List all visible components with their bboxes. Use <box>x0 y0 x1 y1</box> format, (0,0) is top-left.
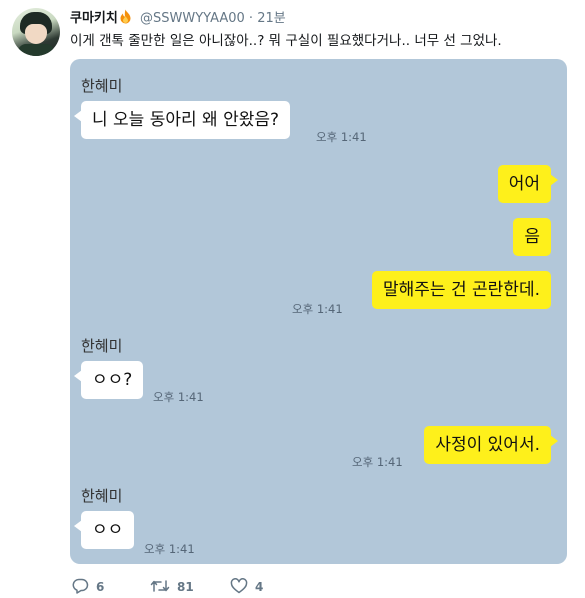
chat-sender-name: 한혜미 <box>81 337 123 355</box>
chat-timestamp: 오후 1:41 <box>144 542 195 556</box>
user-handle[interactable]: @SSWWYYAA00 <box>140 11 245 26</box>
chat-bubble-incoming: 니 오늘 동아리 왜 안왔음? <box>73 101 291 139</box>
chat-sender-name: 한혜미 <box>81 487 123 505</box>
chat-timestamp: 오후 1:41 <box>153 390 204 404</box>
reply-count: 6 <box>96 580 105 594</box>
chat-bubble-outgoing: 말해주는 건 곤란한데. <box>372 271 551 309</box>
chat-bubble-incoming: ㅇㅇ <box>73 511 135 549</box>
retweet-count: 81 <box>177 580 194 594</box>
avatar[interactable] <box>12 8 60 56</box>
chat-bubble-outgoing: 어어 <box>497 165 559 203</box>
chat-timestamp: 오후 1:41 <box>352 455 403 469</box>
chat-screenshot[interactable]: 한혜미 니 오늘 동아리 왜 안왔음? 오후 1:41 어어 음 말해주는 건 … <box>70 59 567 564</box>
fire-icon <box>120 9 131 24</box>
like-count: 4 <box>255 580 264 594</box>
retweet-icon <box>150 580 170 592</box>
display-name[interactable]: 쿠마키치 <box>70 11 118 26</box>
like-button[interactable]: 4 <box>230 578 263 594</box>
chat-bubble-outgoing: 음 <box>513 218 551 256</box>
tweet-text: 이게 갠톡 줄만한 일은 아니잖아..? 뭐 구실이 필요했다거나.. 너무 선… <box>70 33 502 49</box>
tweet-header: 쿠마키치 @SSWWYYAA00 · 21분 <box>70 7 286 26</box>
retweet-button[interactable]: 81 <box>150 578 194 594</box>
chat-bubble-outgoing: 사정이 있어서. <box>424 426 558 464</box>
tweet-time[interactable]: 21분 <box>257 11 286 26</box>
reply-button[interactable]: 6 <box>72 578 104 594</box>
separator: · <box>248 11 254 26</box>
reply-icon <box>72 578 89 594</box>
heart-icon <box>230 578 248 594</box>
chat-sender-name: 한혜미 <box>81 77 123 95</box>
chat-bubble-incoming: ㅇㅇ? <box>73 361 144 399</box>
chat-timestamp: 오후 1:41 <box>316 130 367 144</box>
chat-timestamp: 오후 1:41 <box>292 302 343 316</box>
